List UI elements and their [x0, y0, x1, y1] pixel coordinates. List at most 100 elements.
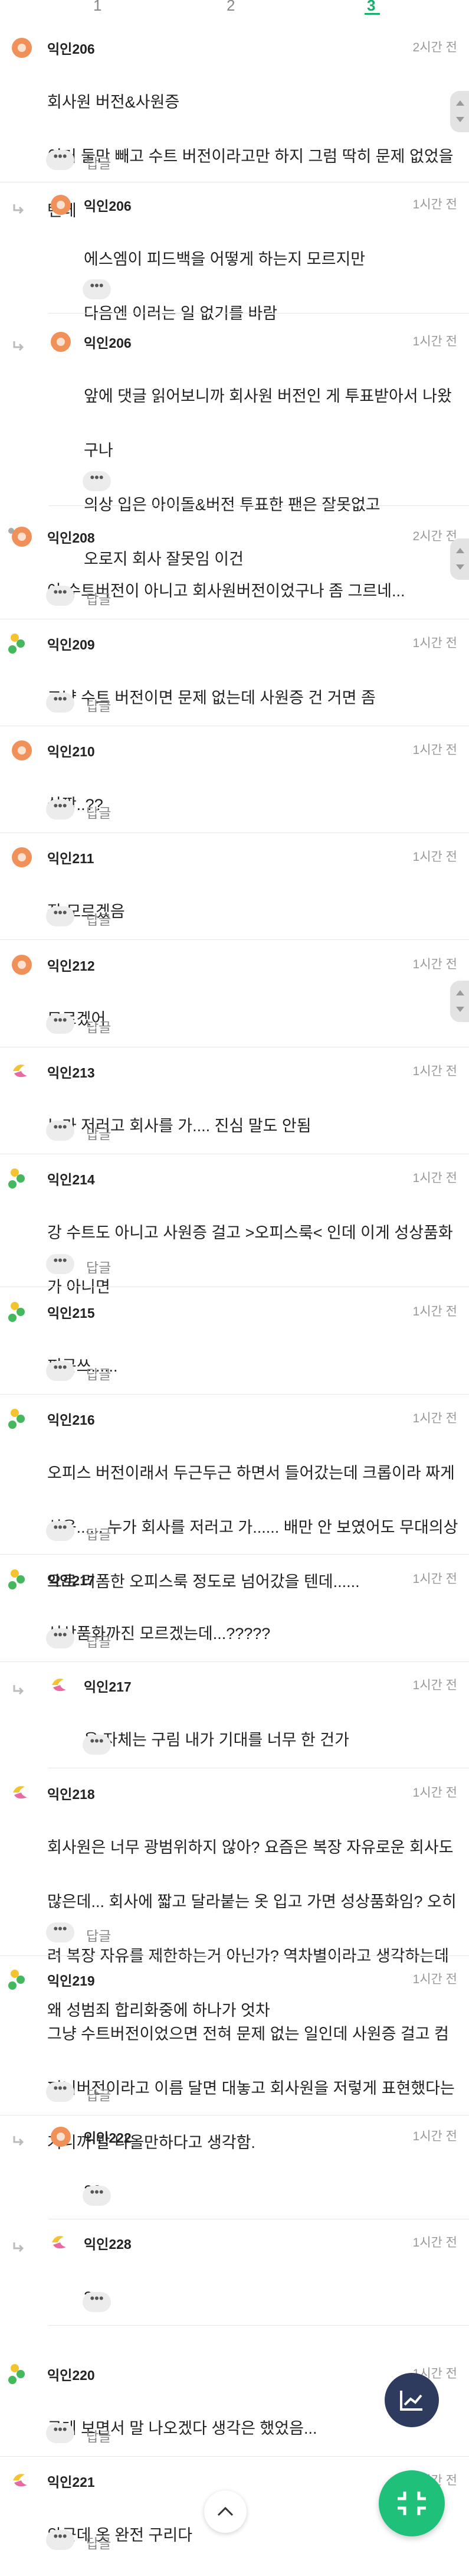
- comment-line: 옷 자체는 구림 내가 기대를 너무 한 건가: [84, 1731, 349, 1749]
- avatar-icon: [8, 2364, 26, 2384]
- comment-author: 익인219: [47, 1973, 95, 1989]
- reply-button[interactable]: 답글: [86, 2425, 111, 2446]
- avatar-icon: [12, 847, 32, 867]
- more-options-button[interactable]: •••: [83, 279, 111, 299]
- divider: [0, 939, 469, 940]
- comment-author: 익인210: [47, 744, 95, 759]
- comment-line: 으로 리폼한 오피스룩 정도로 넘어갔을 텐데......: [47, 1573, 360, 1591]
- divider: [48, 2325, 469, 2326]
- reply-button[interactable]: 답글: [86, 1925, 111, 1945]
- more-options-button[interactable]: •••: [83, 471, 111, 491]
- comment-author: 익인213: [47, 1065, 95, 1080]
- comment-time: 1시간 전: [412, 2130, 457, 2143]
- reply-button[interactable]: 답글: [86, 1631, 111, 1651]
- comment-time: 1시간 전: [412, 198, 457, 211]
- page-2-link[interactable]: 2: [227, 0, 235, 15]
- divider: [0, 1554, 469, 1555]
- comment-line: 오피스 버전이래서 두근두근 하면서 들어갔는데 크롭이라 짜게: [47, 1464, 455, 1482]
- avatar-icon: [8, 634, 26, 654]
- avatar-icon: [51, 195, 71, 215]
- comment-line: 많은데... 회사에 짧고 달라붙는 옷 입고 가면 성상품화임? 오히: [47, 1893, 457, 1911]
- reply-button[interactable]: 답글: [86, 2532, 111, 2552]
- comment-line: 구나: [84, 442, 113, 459]
- reply-button[interactable]: 답글: [86, 152, 111, 172]
- comment-author: 익인218: [47, 1787, 95, 1802]
- comment-time: 1시간 전: [412, 1572, 457, 1586]
- avatar-icon: [13, 2474, 27, 2487]
- comment-time: 2시간 전: [412, 530, 457, 543]
- reply-button[interactable]: 답글: [86, 909, 111, 929]
- more-options-button[interactable]: •••: [46, 150, 74, 170]
- more-options-button[interactable]: •••: [83, 1735, 111, 1755]
- divider: [0, 1394, 469, 1395]
- more-options-button[interactable]: •••: [83, 2186, 111, 2206]
- more-options-button[interactable]: •••: [46, 1922, 74, 1942]
- scroll-nav-button[interactable]: [450, 538, 469, 580]
- more-options-button[interactable]: •••: [46, 1361, 74, 1381]
- more-options-button[interactable]: •••: [46, 1014, 74, 1034]
- divider: [0, 1955, 469, 1956]
- reply-button[interactable]: 답글: [86, 1123, 111, 1143]
- comment-line: 앞에 댓글 읽어보니까 회사원 버전인 게 투표받아서 나왔: [84, 387, 452, 405]
- stats-button[interactable]: [385, 2373, 439, 2427]
- more-options-button[interactable]: •••: [46, 2082, 74, 2102]
- avatar-icon: [8, 1302, 26, 1322]
- scroll-nav-button[interactable]: [450, 981, 469, 1022]
- reply-arrow-icon: [13, 341, 24, 351]
- more-options-button[interactable]: •••: [46, 2423, 74, 2443]
- comment-author: 익인221: [47, 2474, 95, 2490]
- comment-author: 익인206: [84, 198, 132, 214]
- more-options-button[interactable]: •••: [83, 2292, 111, 2312]
- more-options-button[interactable]: •••: [46, 799, 74, 820]
- reply-button[interactable]: 답글: [86, 695, 111, 715]
- reply-button[interactable]: 답글: [86, 2084, 111, 2104]
- more-options-button[interactable]: •••: [46, 1628, 74, 1648]
- more-options-button[interactable]: •••: [46, 1254, 74, 1274]
- comment-author: 익인220: [47, 2368, 95, 2383]
- comment-time: 1시간 전: [412, 1679, 457, 1692]
- reply-arrow-icon: [13, 204, 24, 214]
- avatar-icon: [12, 740, 32, 760]
- comment-line: 려 복장 자유를 제한하는거 아닌가? 역차별이라고 생각하는데: [47, 1947, 450, 1965]
- avatar-icon: [51, 2127, 71, 2147]
- more-options-button[interactable]: •••: [46, 906, 74, 926]
- reply-button[interactable]: 답글: [86, 802, 111, 822]
- reply-button[interactable]: 답글: [86, 1363, 111, 1383]
- comment-time: 1시간 전: [412, 636, 457, 650]
- reply-arrow-icon: [13, 2242, 24, 2252]
- more-options-button[interactable]: •••: [46, 586, 74, 606]
- divider: [0, 832, 469, 833]
- avatar-icon: [8, 1970, 26, 1990]
- comment-time: 1시간 전: [412, 1171, 457, 1185]
- scroll-nav-button[interactable]: [450, 91, 469, 132]
- reply-button[interactable]: 답글: [86, 1523, 111, 1543]
- comment-line: 의상 입은 아이돌&버전 투표한 팬은 잘못없고: [84, 496, 381, 514]
- more-options-button[interactable]: •••: [46, 1121, 74, 1141]
- reply-button[interactable]: 답글: [86, 588, 111, 608]
- comment-line: 가 아니면: [47, 1278, 110, 1296]
- page-1-link[interactable]: 1: [93, 0, 101, 15]
- divider: [48, 505, 469, 506]
- avatar-icon: [52, 1679, 66, 1692]
- comment-line: 강 수트도 아니고 사원증 걸고 >오피스룩< 인데 이게 성상품화: [47, 1224, 453, 1242]
- more-options-button[interactable]: •••: [46, 2530, 74, 2550]
- more-options-button[interactable]: •••: [46, 1521, 74, 1541]
- comment-line: 회사원은 너무 광범위하지 않아? 요즘은 복장 자유로운 회사도: [47, 1839, 454, 1856]
- scroll-to-top-button[interactable]: [204, 2490, 247, 2533]
- pagination: 1 2 3: [0, 0, 469, 17]
- avatar-icon: [12, 955, 32, 975]
- reply-button[interactable]: 답글: [86, 1256, 111, 1276]
- comment-time: 1시간 전: [412, 1973, 457, 1986]
- comment-time: 1시간 전: [412, 335, 457, 348]
- comment-author: 익인206: [84, 335, 132, 351]
- more-options-button[interactable]: •••: [46, 693, 74, 713]
- divider: [48, 313, 469, 314]
- compress-button[interactable]: [379, 2470, 445, 2536]
- chevron-up-icon: [217, 2506, 234, 2516]
- comment-author: 익인217: [84, 1679, 132, 1695]
- comment-time: 1시간 전: [412, 2236, 457, 2249]
- comment-author: 익인208: [47, 530, 95, 546]
- avatar-icon: [13, 1065, 27, 1078]
- current-page-indicator: [365, 13, 380, 15]
- reply-button[interactable]: 답글: [86, 1016, 111, 1036]
